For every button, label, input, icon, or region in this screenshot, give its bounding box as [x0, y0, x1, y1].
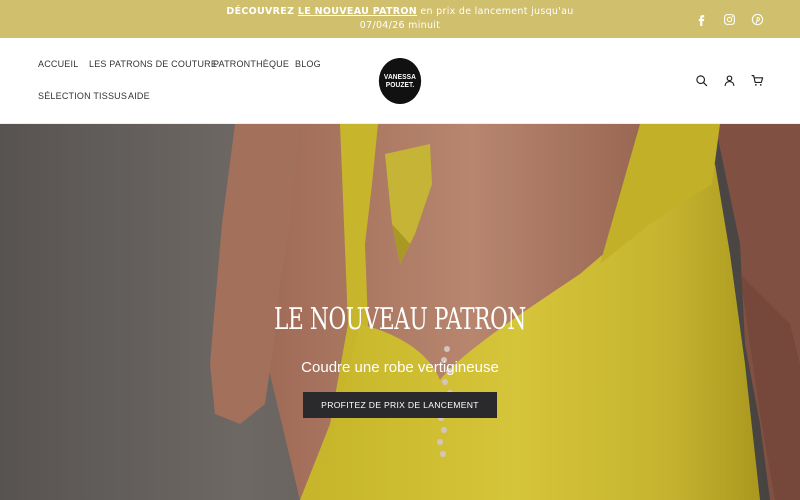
announcement-prefix: DÉCOUVREZ: [226, 6, 298, 17]
pinterest-icon[interactable]: [748, 10, 766, 28]
account-icon[interactable]: [721, 72, 737, 88]
announcement-link[interactable]: LE NOUVEAU PATRON: [298, 6, 417, 17]
nav-item-selection-tissus[interactable]: SÉLECTION TISSUS: [38, 91, 127, 101]
nav-item-patrontheque[interactable]: PATRONTHÈQUE: [213, 59, 289, 69]
logo-line-2: POUZET.: [385, 80, 415, 89]
nav-item-aide[interactable]: AIDE: [128, 91, 150, 101]
instagram-icon[interactable]: [720, 10, 738, 28]
hero-title: LE NOUVEAU PATRON: [274, 302, 526, 337]
announcement-suffix: en prix de lancement jusqu'au: [417, 6, 574, 17]
hero-banner: LE NOUVEAU PATRON Coudre une robe vertig…: [0, 124, 800, 500]
hero-subtitle: Coudre une robe vertigineuse: [301, 359, 499, 376]
announcement-text: DÉCOUVREZ LE NOUVEAU PATRON en prix de l…: [200, 5, 600, 33]
nav-item-patrons[interactable]: LES PATRONS DE COUTURE: [89, 59, 217, 69]
hero-cta-button[interactable]: PROFITEZ DE PRIX DE LANCEMENT: [303, 392, 497, 418]
announcement-date: 07/04/26 minuit: [359, 20, 441, 31]
site-header: ACCUEIL LES PATRONS DE COUTURE PATRONTHÈ…: [0, 38, 800, 124]
nav-item-accueil[interactable]: ACCUEIL: [38, 59, 78, 69]
search-icon[interactable]: [693, 72, 709, 88]
announcement-bar: DÉCOUVREZ LE NOUVEAU PATRON en prix de l…: [0, 0, 800, 38]
facebook-icon[interactable]: [692, 10, 710, 28]
nav-item-blog[interactable]: BLOG: [295, 59, 321, 69]
site-logo[interactable]: VANESSA POUZET.: [378, 58, 422, 104]
cart-icon[interactable]: [749, 72, 765, 88]
